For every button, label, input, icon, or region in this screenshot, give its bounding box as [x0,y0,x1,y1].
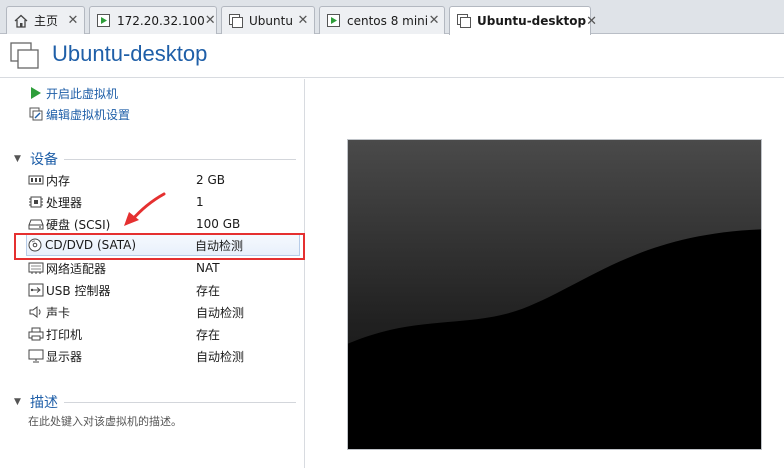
tab-label: Ubuntu-desktop [477,14,587,28]
tab-ubuntu[interactable]: Ubuntu ✕ [221,6,315,34]
network-adapter-icon [28,262,44,274]
description-section-header[interactable]: ▼ 描述 [14,392,296,412]
printer-icon [28,327,44,341]
device-value: 2 GB [196,173,225,187]
edit-vm-settings-link[interactable]: 编辑虚拟机设置 [29,105,130,123]
vm-running-icon [97,13,110,27]
device-row-display[interactable]: 显示器 自动检测 [28,345,300,367]
device-row-processor[interactable]: 处理器 1 [28,191,300,213]
tab-label: 172.20.32.100 [117,13,205,28]
device-value: 自动检测 [196,305,245,320]
device-row-cd-dvd[interactable]: CD/DVD (SATA) 自动检测 [26,234,300,256]
device-row-printer[interactable]: 打印机 存在 [28,323,300,345]
section-title: 设备 [30,152,58,168]
device-name: USB 控制器 [46,283,111,298]
devices-section-header[interactable]: ▼ 设备 [14,149,296,169]
vm-icon [457,14,471,28]
device-name: 声卡 [46,305,71,320]
tab-ubuntu-desktop[interactable]: Ubuntu-desktop ✕ [449,6,597,35]
tab-label: 主页 [34,14,59,28]
device-value: NAT [196,261,220,275]
play-icon [31,87,41,99]
vm-icon [229,13,243,28]
vm-details-panel: 开启此虚拟机 编辑虚拟机设置 ▼ 设备 内存 2 GB 处理器 1 硬盘 (SC… [0,79,305,468]
hard-disk-icon [28,219,44,230]
cd-dvd-icon [28,238,42,252]
device-name: 硬盘 (SCSI) [46,217,111,232]
tab-bar: 主页 ✕ 172.20.32.100 ✕ Ubuntu ✕ centos 8 m… [0,0,784,35]
tab-home[interactable]: 主页 ✕ [6,6,85,34]
tab-close-button[interactable]: ✕ [296,13,310,28]
tab-close-button[interactable]: ✕ [205,13,216,28]
device-row-usb-controller[interactable]: USB 控制器 存在 [28,279,300,301]
vm-icon [10,42,39,69]
home-icon [14,14,28,28]
tab-close-button[interactable]: ✕ [428,13,440,28]
device-row-network-adapter[interactable]: 网络适配器 NAT [28,257,300,279]
section-title: 描述 [30,395,58,411]
action-label: 开启此虚拟机 [46,86,119,101]
power-on-vm-link[interactable]: 开启此虚拟机 [29,84,118,102]
device-value: 100 GB [196,217,241,231]
device-row-hard-disk[interactable]: 硬盘 (SCSI) 100 GB [28,213,300,235]
device-row-sound-card[interactable]: 声卡 自动检测 [28,301,300,323]
divider [64,401,296,403]
tab-label: Ubuntu [249,13,293,28]
page-title: Ubuntu-desktop [52,41,208,66]
speaker-icon [29,306,41,318]
device-name: 处理器 [46,195,83,210]
edit-settings-icon [29,107,43,121]
tab-close-button[interactable]: ✕ [586,14,597,29]
device-name: 网络适配器 [46,261,107,276]
device-name: 显示器 [46,349,83,364]
device-name: CD/DVD (SATA) [45,238,137,252]
collapse-icon[interactable]: ▼ [14,397,24,407]
device-value: 1 [196,195,204,209]
device-value: 存在 [196,327,221,342]
device-value: 存在 [196,283,221,298]
usb-icon [28,283,44,297]
vm-header: Ubuntu-desktop [0,34,784,78]
tab-label: centos 8 mini [347,13,429,28]
device-name: 内存 [46,173,71,188]
device-name: 打印机 [46,327,83,342]
memory-icon [28,175,44,185]
tab-centos-8-mini[interactable]: centos 8 mini ✕ [319,6,445,34]
tab-close-button[interactable]: ✕ [66,13,80,28]
divider [64,158,296,160]
description-input[interactable]: 在此处键入对该虚拟机的描述。 [28,413,182,429]
device-value: 自动检测 [195,238,244,253]
vm-screen-thumbnail[interactable] [347,139,762,450]
collapse-icon[interactable]: ▼ [14,154,24,164]
vm-running-icon [327,13,340,27]
device-value: 自动检测 [196,349,245,364]
cpu-icon [29,196,43,208]
action-label: 编辑虚拟机设置 [46,107,131,122]
device-row-memory[interactable]: 内存 2 GB [28,169,300,191]
monitor-icon [28,349,44,363]
tab-172-20-32-100[interactable]: 172.20.32.100 ✕ [89,6,217,34]
